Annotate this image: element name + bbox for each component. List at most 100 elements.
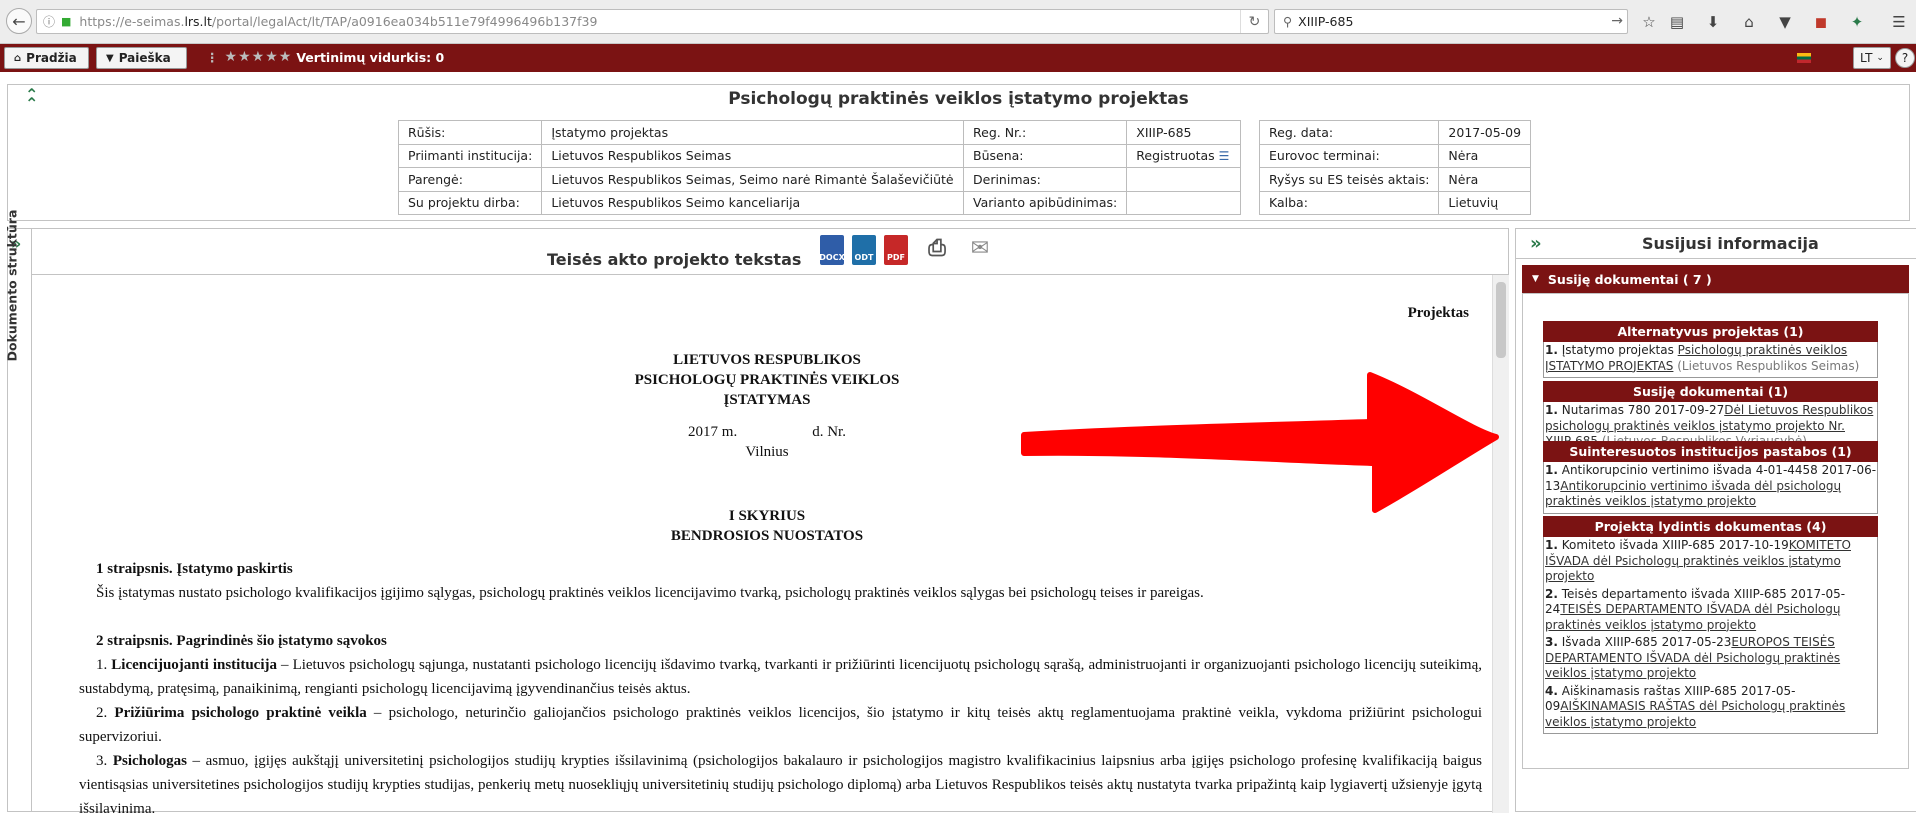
- odt-label: ODT: [854, 253, 874, 262]
- definition-text: – asmuo, įgijęs aukštąjį universitetinį …: [79, 753, 1482, 813]
- meta-table-2: Reg. Nr.: XIIIP-685 Būsena: Registruotas ☰…: [962, 120, 1241, 215]
- list-icon[interactable]: ☰: [1219, 149, 1230, 163]
- pdf-label: PDF: [887, 253, 905, 262]
- rating-stars[interactable]: ★★★★★: [225, 49, 293, 65]
- search-go-icon[interactable]: →: [1611, 13, 1623, 29]
- address-bar[interactable]: ⓘ ■ https://e-seimas.lrs.lt/portal/legal…: [36, 9, 1269, 34]
- search-icon: ⚲: [1283, 14, 1293, 29]
- search-label: Paieška: [118, 51, 171, 65]
- document-panel: Teisės akto projekto tekstas DOCX ODT PD…: [31, 228, 1509, 813]
- rating-star-icon[interactable]: ★: [238, 49, 251, 65]
- info-icon[interactable]: ⓘ: [43, 13, 55, 30]
- docx-download-icon[interactable]: DOCX: [819, 235, 845, 265]
- meta-value: Registruotas ☰: [1126, 143, 1241, 168]
- meta-label: Būsena:: [962, 143, 1128, 168]
- collapse-right-icon[interactable]: »: [1530, 233, 1542, 254]
- related-item-text: Nutarimas 780 2017-09-27: [1557, 403, 1725, 417]
- meta-label: Parengė:: [397, 167, 543, 192]
- print-icon[interactable]: ⎙: [925, 235, 949, 265]
- definition-term: Prižiūrima psichologo praktinė veikla: [114, 705, 367, 721]
- reload-icon: ↻: [1248, 13, 1261, 30]
- home-button[interactable]: ⌂ Pradžia: [4, 47, 89, 69]
- status-value: Registruotas: [1136, 148, 1215, 164]
- definition-2: 2. Prižiūrima psichologo praktinė veikla…: [79, 701, 1482, 749]
- related-info-panel: » Susijusi informacija ▼ Susiję dokumenta…: [1515, 228, 1916, 812]
- related-item: 3. Išvada XIIIP-685 2017-05-23EUROPOS TE…: [1545, 635, 1877, 682]
- document-structure-label[interactable]: Dokumento struktūra: [5, 210, 20, 362]
- rating-bar: ⋮ ★★★★★ Vertinimų vidurkis: 0: [206, 49, 444, 65]
- caret-down-icon: ▼: [1532, 274, 1539, 284]
- pocket-icon[interactable]: ▼: [1774, 11, 1796, 33]
- document-scrollbar[interactable]: [1492, 275, 1509, 813]
- rating-star-icon[interactable]: ★: [225, 49, 238, 65]
- article-1-text: Šis įstatymas nustato psichologo kvalifi…: [96, 585, 1204, 601]
- email-icon[interactable]: ✉: [968, 235, 992, 265]
- rating-star-icon[interactable]: ★: [265, 49, 278, 65]
- search-bar[interactable]: ⚲ XIIIP-685 →: [1274, 9, 1628, 34]
- meta-row: Kalba: Lietuvių: [1258, 190, 1532, 215]
- meta-value: Lietuvos Respublikos Seimas, Seimo narė …: [541, 167, 964, 192]
- url-text: https://e-seimas.lrs.lt/portal/legalAct/…: [79, 14, 598, 29]
- caret-down-icon: ▼: [106, 52, 114, 64]
- related-item-text: Išvada XIIIP-685 2017-05-23: [1557, 635, 1732, 649]
- document-header: ⌃ ⌃ Psichologų praktinės veiklos įstatymo…: [7, 84, 1910, 221]
- meta-value: [1126, 167, 1241, 192]
- pdf-download-icon[interactable]: PDF: [884, 235, 908, 265]
- meta-table-1: Rūšis: Įstatymo projektas Priimanti insti…: [397, 120, 964, 215]
- search-button[interactable]: ▼ Paieška: [96, 47, 187, 69]
- definition-number: 3.: [96, 753, 113, 769]
- meta-label: Eurovoc terminai:: [1258, 143, 1440, 168]
- related-item-number: 4.: [1545, 683, 1558, 698]
- related-item: 1. Įstatymo projektas Psichologų praktin…: [1545, 343, 1877, 374]
- odt-download-icon[interactable]: ODT: [852, 235, 876, 265]
- home-label: Pradžia: [26, 51, 77, 65]
- related-documents-toggle[interactable]: ▼ Susiję dokumentai ( 7 ): [1522, 265, 1909, 293]
- meta-value: 2017-05-09: [1438, 120, 1532, 145]
- home-icon[interactable]: ⌂: [1738, 11, 1760, 33]
- back-button[interactable]: ←: [6, 8, 32, 34]
- rating-star-icon[interactable]: ★: [279, 49, 292, 65]
- related-info-header: » Susijusi informacija: [1516, 229, 1916, 259]
- reading-list-icon[interactable]: ▤: [1666, 11, 1688, 33]
- chevron-down-icon: ⌄: [1876, 53, 1884, 63]
- related-item: 1. Antikorupcinio vertinimo išvada 4-01-…: [1545, 463, 1877, 510]
- meta-table-3: Reg. data: 2017-05-09 Eurovoc terminai: Nė…: [1258, 120, 1532, 215]
- ublock-icon[interactable]: ◼: [1810, 11, 1832, 33]
- browser-toolbar: ← ⓘ ■ https://e-seimas.lrs.lt/portal/leg…: [0, 0, 1916, 44]
- meta-value: Lietuvių: [1438, 190, 1532, 215]
- meta-value: Lietuvos Respublikos Seimo kanceliarija: [541, 190, 964, 215]
- meta-label: Priimanti institucija:: [397, 143, 543, 168]
- meta-value: XIIIP-685: [1126, 120, 1241, 145]
- reload-button[interactable]: ↻: [1240, 10, 1268, 33]
- download-icon[interactable]: ⬇: [1702, 11, 1724, 33]
- article-2-title: 2 straipsnis. Pagrindinės šio įstatymo s…: [96, 633, 387, 649]
- language-select[interactable]: LT ⌄: [1853, 47, 1891, 69]
- related-section-title: Susiję dokumentai (1): [1543, 381, 1878, 402]
- meta-row: Ryšys su ES teisės aktais: Nėra: [1258, 167, 1532, 192]
- related-item-link[interactable]: AIŠKINAMASIS RAŠTAS dėl Psichologų prakt…: [1545, 699, 1845, 729]
- meta-value: Įstatymo projektas: [541, 120, 964, 145]
- page-title: Psichologų praktinės veiklos įstatymo pr…: [728, 89, 1189, 109]
- menu-icon[interactable]: ☰: [1888, 11, 1910, 33]
- definition-number: 1.: [96, 657, 112, 673]
- definition-3: 3. Psichologas – asmuo, įgijęs aukštąjį …: [79, 749, 1482, 813]
- extension-icon[interactable]: ✦: [1846, 11, 1868, 33]
- related-item-link[interactable]: Antikorupcinio vertinimo išvada dėl psic…: [1545, 479, 1841, 509]
- rating-star-icon[interactable]: ★: [252, 49, 265, 65]
- meta-label: Derinimas:: [962, 167, 1128, 192]
- related-item: 2. Teisės departamento išvada XIIIP-685 …: [1545, 587, 1877, 634]
- meta-value: Nėra: [1438, 143, 1532, 168]
- lock-icon[interactable]: ■: [61, 15, 71, 28]
- related-section-body: 1. Antikorupcinio vertinimo išvada 4-01-…: [1543, 462, 1878, 514]
- search-input[interactable]: XIIIP-685: [1298, 14, 1353, 29]
- definition-1: 1. Licencijuojanti institucija – Lietuvo…: [79, 653, 1482, 701]
- related-item-link[interactable]: TEISĖS DEPARTAMENTO IŠVADA dėl Psicholog…: [1545, 602, 1841, 632]
- chapter-title: BENDROSIOS NUOSTATOS: [670, 528, 864, 544]
- scrollbar-thumb[interactable]: [1496, 282, 1506, 358]
- meta-row: Su projektu dirba: Lietuvos Respublikos S…: [397, 190, 964, 215]
- related-section-title: Suinteresuotos institucijos pastabos (1): [1543, 441, 1878, 462]
- help-button[interactable]: ?: [1895, 48, 1915, 68]
- bookmark-star-icon[interactable]: ☆: [1638, 11, 1660, 33]
- related-item-text: Įstatymo projektas: [1557, 343, 1678, 357]
- related-item-number: 3.: [1545, 635, 1558, 649]
